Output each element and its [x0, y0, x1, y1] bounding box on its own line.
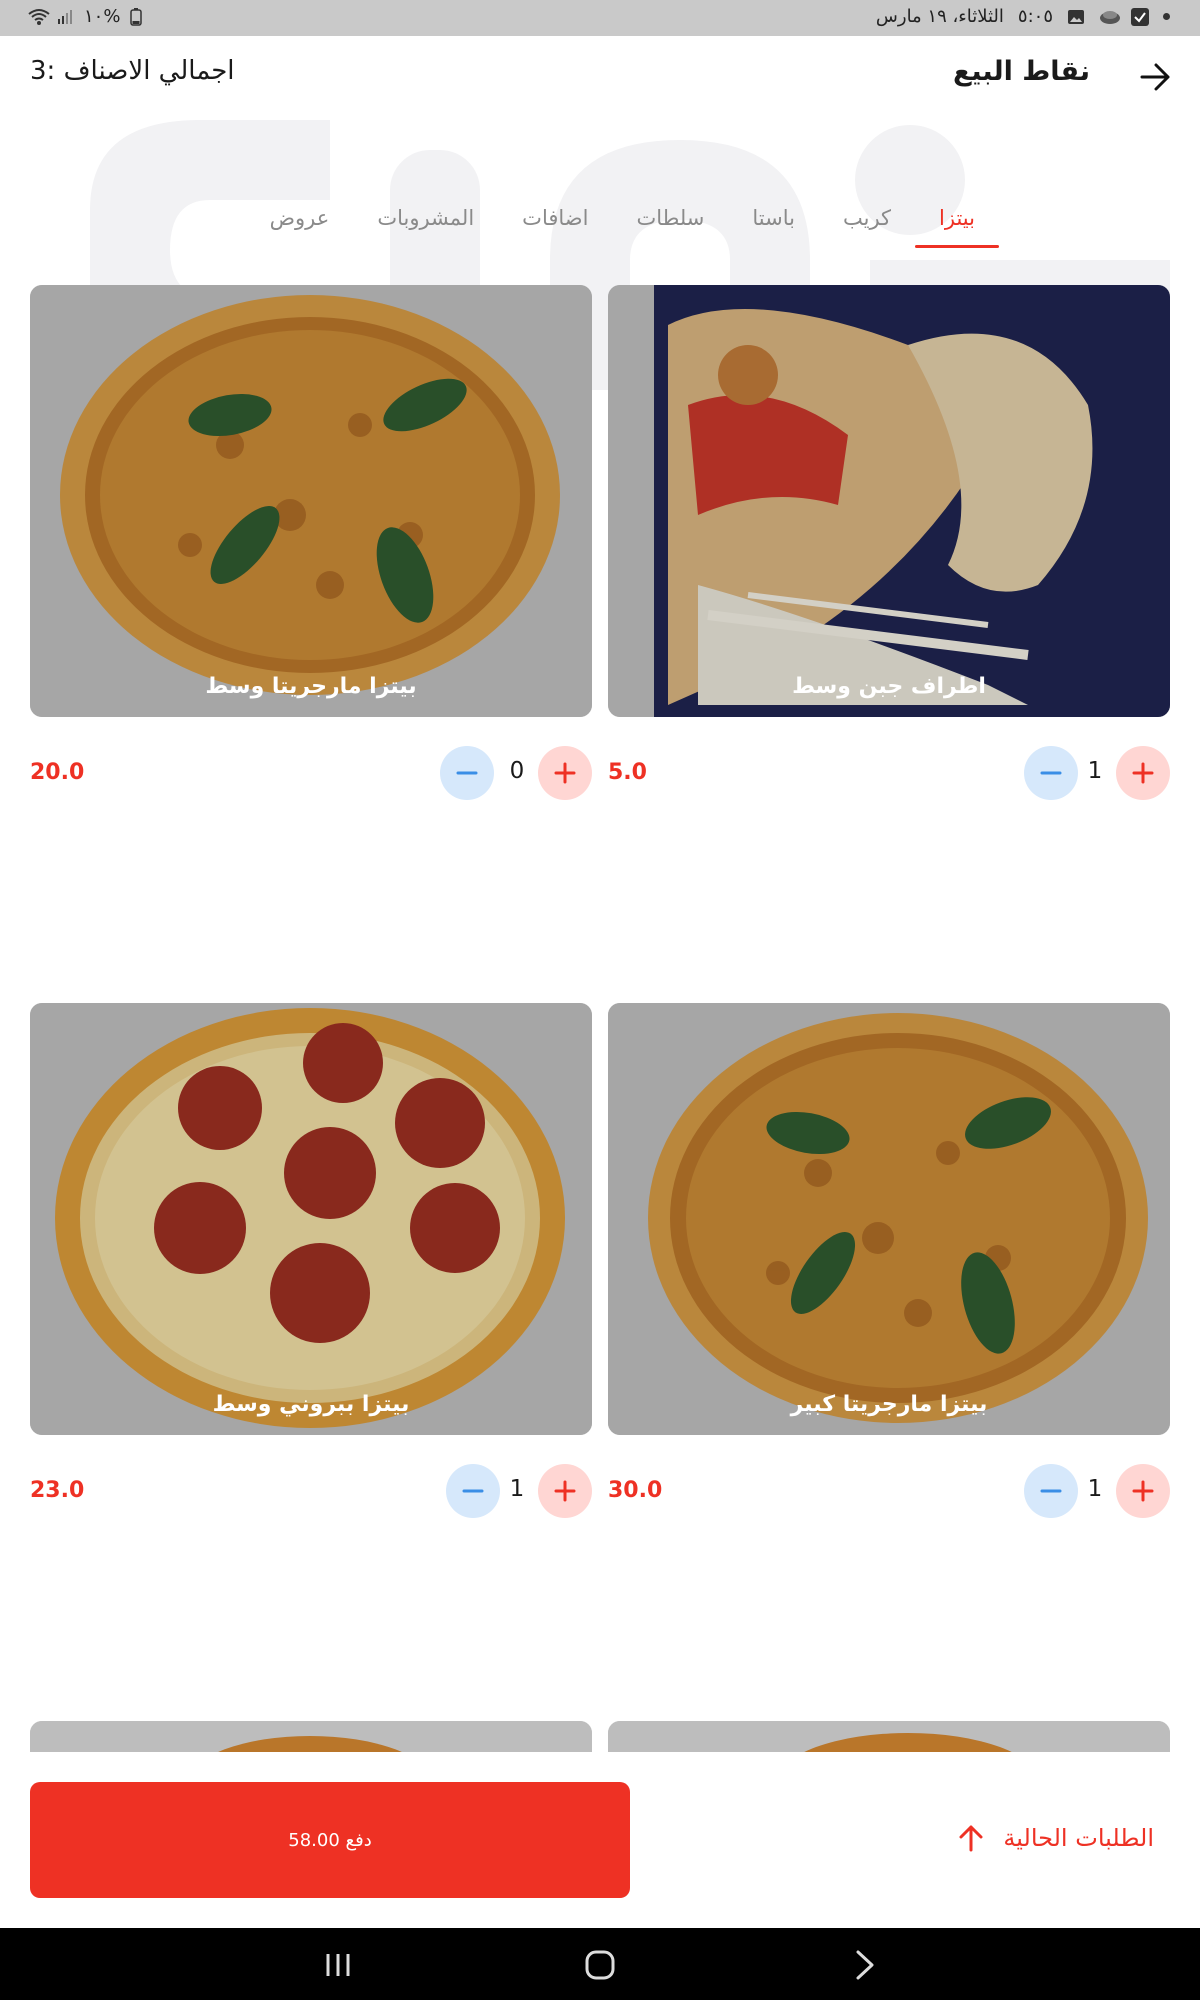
system-nav-bar — [0, 1928, 1200, 2000]
product-name: بيتزا مارجريتا كبير — [790, 1392, 988, 1417]
product-card[interactable]: اطراف جبن وسط — [608, 285, 1170, 717]
notification-dot-icon — [1163, 13, 1170, 20]
increase-button[interactable] — [538, 746, 592, 800]
quantity-value: 1 — [1087, 1476, 1103, 1502]
app-icon — [1099, 8, 1120, 26]
status-bar: الثلاثاء، ١٩ مارس ٥:٠٥ ١٠% — [0, 0, 1200, 36]
status-right: الثلاثاء، ١٩ مارس ٥:٠٥ — [876, 6, 1170, 27]
tab-salads[interactable]: سلطات — [636, 200, 704, 248]
current-orders-label: الطلبات الحالية — [1003, 1824, 1154, 1852]
plus-icon — [1132, 762, 1154, 784]
increase-button[interactable] — [1116, 1464, 1170, 1518]
status-date: الثلاثاء، ١٩ مارس — [875, 6, 1004, 27]
gallery-icon — [1067, 8, 1085, 26]
tab-drinks[interactable]: المشروبات — [377, 200, 474, 248]
wifi-icon — [28, 8, 50, 26]
pay-button[interactable]: دفع 58.00 — [30, 1782, 630, 1898]
product-price: 20.0 — [30, 760, 85, 785]
arrow-up-icon — [959, 1825, 983, 1852]
increase-button[interactable] — [538, 1464, 592, 1518]
product-card[interactable]: بيتزا مارجريتا كبير — [608, 1003, 1170, 1435]
quantity-value: 1 — [509, 1476, 525, 1502]
page-title: نقاط البيع — [952, 56, 1090, 87]
product-name: بيتزا مارجريتا وسط — [205, 674, 417, 699]
margherita-pizza-image — [30, 285, 592, 717]
home-icon[interactable] — [582, 1948, 618, 1982]
checkout-bar: دفع 58.00 الطلبات الحالية — [0, 1752, 1200, 1927]
margherita-large-pizza-image — [608, 1003, 1170, 1435]
product-price: 5.0 — [608, 760, 647, 785]
back-arrow-icon[interactable] — [1138, 60, 1172, 94]
quantity-row: 1 30.0 — [608, 1464, 1170, 1518]
plus-icon — [554, 762, 576, 784]
checkbox-icon — [1131, 7, 1149, 26]
product-price: 30.0 — [608, 1478, 663, 1503]
signal-icon — [56, 8, 74, 26]
decrease-button[interactable] — [1024, 746, 1078, 800]
status-left: ١٠% — [28, 6, 148, 27]
quantity-row: 1 5.0 — [608, 746, 1170, 800]
plus-icon — [1132, 1480, 1154, 1502]
product-card[interactable]: بيتزا ببروني وسط — [30, 1003, 592, 1435]
tab-pasta[interactable]: باستا — [752, 200, 795, 248]
battery-percent: ١٠% — [84, 6, 121, 27]
tab-crepe[interactable]: كريب — [843, 200, 891, 248]
top-app-bar: نقاط البيع اجمالي الاصناف :3 — [0, 36, 1200, 116]
plus-icon — [554, 1480, 576, 1502]
recent-apps-icon[interactable] — [320, 1948, 356, 1982]
decrease-button[interactable] — [1024, 1464, 1078, 1518]
cheese-crust-image — [608, 285, 1170, 717]
quantity-value: 0 — [509, 758, 525, 784]
tab-offers[interactable]: عروض — [270, 200, 330, 248]
status-time: ٥:٠٥ — [1017, 6, 1053, 27]
decrease-button[interactable] — [440, 746, 494, 800]
product-name: بيتزا ببروني وسط — [212, 1392, 410, 1417]
product-price: 23.0 — [30, 1478, 85, 1503]
minus-icon — [456, 771, 478, 775]
minus-icon — [1040, 771, 1062, 775]
quantity-row: 0 20.0 — [30, 746, 592, 800]
tab-pizza[interactable]: بيتزا — [915, 200, 999, 248]
product-name: اطراف جبن وسط — [792, 674, 986, 699]
minus-icon — [462, 1489, 484, 1493]
total-items-label: اجمالي الاصناف :3 — [30, 56, 235, 86]
minus-icon — [1040, 1489, 1062, 1493]
tab-additions[interactable]: اضافات — [522, 200, 588, 248]
back-nav-icon[interactable] — [846, 1948, 882, 1982]
current-orders-button[interactable]: الطلبات الحالية — [955, 1822, 1154, 1854]
battery-icon — [130, 7, 148, 26]
increase-button[interactable] — [1116, 746, 1170, 800]
quantity-row: 1 23.0 — [30, 1464, 592, 1518]
quantity-value: 1 — [1087, 758, 1103, 784]
category-tabs: بيتزا كريب باستا سلطات اضافات المشروبات … — [222, 200, 999, 248]
decrease-button[interactable] — [446, 1464, 500, 1518]
product-card[interactable]: بيتزا مارجريتا وسط — [30, 285, 592, 717]
pepperoni-pizza-image — [30, 1003, 592, 1435]
